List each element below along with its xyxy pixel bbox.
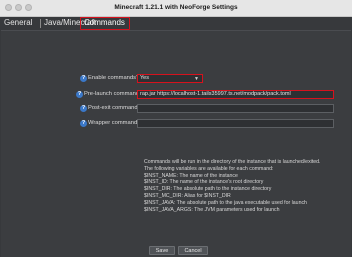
cancel-button[interactable]: Cancel [178, 246, 208, 255]
help-line: $INST_NAME: The name of the instance [144, 172, 238, 179]
wrapper-help-icon[interactable]: ? [80, 120, 87, 127]
title-bar: Minecraft 1.21.1 with NeoForge Settings [0, 0, 352, 17]
window-title: Minecraft 1.21.1 with NeoForge Settings [114, 4, 238, 11]
wrapper-input[interactable] [137, 119, 334, 128]
tab-general[interactable]: General [4, 17, 32, 29]
help-line: The following variables are available fo… [144, 165, 274, 172]
help-line: $INST_JAVA_ARGS: The JVM parameters used… [144, 206, 280, 213]
post-exit-input[interactable] [137, 104, 334, 113]
commands-tab-highlight [80, 17, 130, 30]
enable-commands-label: Enable commands? [88, 75, 140, 81]
chevron-down-icon: ▼ [194, 76, 199, 82]
pre-launch-help-icon[interactable]: ? [76, 91, 83, 98]
help-line: Commands will be run in the directory of… [144, 159, 321, 165]
post-exit-help-icon[interactable]: ? [80, 105, 87, 112]
save-button[interactable]: Save [149, 246, 175, 255]
settings-window: Minecraft 1.21.1 with NeoForge Settings … [0, 0, 352, 257]
help-line: $INST_ID: The name of the instance's roo… [144, 179, 264, 186]
variables-help-text: Commands will be run in the directory of… [144, 159, 334, 213]
tab-bar: General Java/Minecraft Commands [0, 17, 352, 29]
enable-commands-help-icon[interactable]: ? [80, 75, 87, 82]
post-exit-label: Post-exit command: [88, 105, 140, 111]
pre-launch-label: Pre-launch command: [84, 91, 141, 97]
pre-launch-input[interactable]: rap.jar https://localhost-1.tails35997.t… [137, 90, 334, 99]
enable-commands-value: Yes [140, 75, 149, 81]
wrapper-label: Wrapper command: [88, 120, 139, 126]
help-line: $INST_DIR: The absolute path to the inst… [144, 186, 272, 193]
commands-panel [1, 30, 351, 257]
help-line: $INST_JAVA: The absolute path to the jav… [144, 199, 307, 206]
tab-divider [40, 19, 41, 28]
help-line: $INST_MC_DIR: Alias for $INST_DIR [144, 192, 231, 199]
enable-commands-select[interactable]: Yes ▼ [137, 74, 203, 83]
